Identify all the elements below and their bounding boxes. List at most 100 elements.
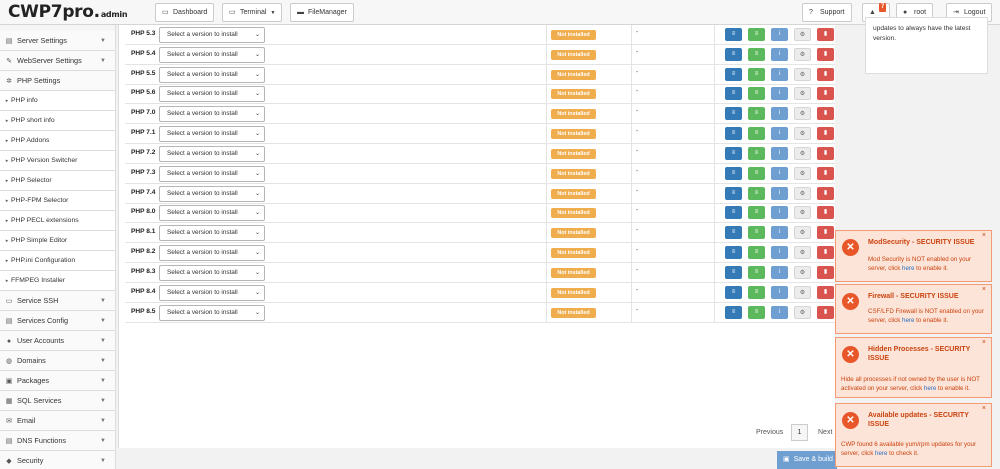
details-button[interactable]: ≡ — [748, 28, 765, 41]
info-button[interactable]: i — [771, 206, 788, 220]
list-button[interactable]: ≡ — [725, 146, 742, 160]
info-button[interactable]: i — [771, 47, 788, 61]
settings-button[interactable]: ⚙ — [794, 87, 811, 101]
pagination-next[interactable]: Next — [818, 429, 832, 436]
version-select[interactable]: Select a version to install ⌄ — [159, 245, 265, 262]
pagination-page-1[interactable]: 1 — [791, 424, 808, 441]
details-button[interactable]: ≡ — [748, 186, 765, 200]
terminal-button[interactable]: ▭ Terminal ▼ — [222, 3, 283, 22]
list-button[interactable]: ≡ — [725, 226, 742, 240]
delete-button[interactable]: ▮ — [817, 127, 834, 141]
list-button[interactable]: ≡ — [725, 265, 742, 279]
info-button[interactable]: i — [771, 127, 788, 141]
sidebar-item-domains[interactable]: ◍ Domains ▼ — [0, 351, 115, 371]
pagination-previous[interactable]: Previous — [756, 429, 783, 436]
version-select[interactable]: Select a version to install ⌄ — [159, 225, 265, 242]
info-button[interactable]: i — [771, 107, 788, 121]
list-button[interactable]: ≡ — [725, 305, 742, 319]
version-select[interactable]: Select a version to install ⌄ — [159, 284, 265, 301]
info-button[interactable]: i — [771, 87, 788, 101]
settings-button[interactable]: ⚙ — [794, 127, 811, 141]
settings-button[interactable]: ⚙ — [794, 246, 811, 260]
settings-button[interactable]: ⚙ — [794, 265, 811, 279]
settings-button[interactable]: ⚙ — [794, 47, 811, 61]
info-button[interactable]: i — [771, 305, 788, 319]
list-button[interactable]: ≡ — [725, 206, 742, 220]
sidebar-item-php-settings[interactable]: ✲ PHP Settings — [0, 71, 115, 91]
settings-button[interactable]: ⚙ — [794, 107, 811, 121]
sidebar-item-dns-functions[interactable]: ▤ DNS Functions ▼ — [0, 431, 115, 451]
sidebar-item-php-pecl-extensions[interactable]: ▸ PHP PECL extensions — [0, 211, 115, 231]
sidebar-item-php-info[interactable]: ▸ PHP info — [0, 91, 115, 111]
delete-button[interactable]: ▮ — [817, 47, 834, 61]
details-button[interactable]: ≡ — [748, 305, 765, 319]
version-select[interactable]: Select a version to install ⌄ — [159, 264, 265, 281]
list-button[interactable]: ≡ — [725, 285, 742, 299]
info-button[interactable]: i — [771, 67, 788, 81]
save-and-build-button[interactable]: ▣ Save & build — [777, 451, 837, 469]
notification-link[interactable]: here — [902, 317, 914, 324]
sidebar-item-email[interactable]: ✉ Email ▼ — [0, 411, 115, 431]
details-button[interactable]: ≡ — [748, 285, 765, 299]
delete-button[interactable]: ▮ — [817, 186, 834, 200]
settings-button[interactable]: ⚙ — [794, 166, 811, 180]
version-select[interactable]: Select a version to install ⌄ — [159, 126, 265, 143]
delete-button[interactable]: ▮ — [817, 285, 834, 299]
details-button[interactable]: ≡ — [748, 166, 765, 180]
notification-link[interactable]: here — [875, 450, 887, 457]
list-button[interactable]: ≡ — [725, 186, 742, 200]
delete-button[interactable]: ▮ — [817, 87, 834, 101]
delete-button[interactable]: ▮ — [817, 67, 834, 81]
details-button[interactable]: ≡ — [748, 107, 765, 121]
details-button[interactable]: ≡ — [748, 265, 765, 279]
delete-button[interactable]: ▮ — [817, 265, 834, 279]
settings-button[interactable]: ⚙ — [794, 28, 811, 41]
sidebar-item-php-simple-editor[interactable]: ▸ PHP Simple Editor — [0, 231, 115, 251]
dashboard-button[interactable]: ▭ Dashboard — [155, 3, 215, 22]
settings-button[interactable]: ⚙ — [794, 226, 811, 240]
delete-button[interactable]: ▮ — [817, 226, 834, 240]
details-button[interactable]: ≡ — [748, 146, 765, 160]
sidebar-item-service-ssh[interactable]: ▭ Service SSH ▼ — [0, 291, 115, 311]
list-button[interactable]: ≡ — [725, 28, 742, 41]
info-button[interactable]: i — [771, 186, 788, 200]
version-select[interactable]: Select a version to install ⌄ — [159, 145, 265, 162]
sidebar-item-php-version-switcher[interactable]: ▸ PHP Version Switcher — [0, 151, 115, 171]
app-logo[interactable]: CWP7pro.admin — [8, 2, 128, 22]
sidebar-item-ffmpeg-installer[interactable]: ▸ FFMPEG Installer — [0, 271, 115, 291]
notification-link[interactable]: here — [902, 265, 914, 272]
info-button[interactable]: i — [771, 146, 788, 160]
version-select[interactable]: Select a version to install ⌄ — [159, 27, 265, 43]
sidebar-item-packages[interactable]: ▣ Packages ▼ — [0, 371, 115, 391]
settings-button[interactable]: ⚙ — [794, 67, 811, 81]
settings-button[interactable]: ⚙ — [794, 285, 811, 299]
info-button[interactable]: i — [771, 166, 788, 180]
delete-button[interactable]: ▮ — [817, 146, 834, 160]
sidebar-item-sql-services[interactable]: ▦ SQL Services ▼ — [0, 391, 115, 411]
info-button[interactable]: i — [771, 226, 788, 240]
delete-button[interactable]: ▮ — [817, 166, 834, 180]
details-button[interactable]: ≡ — [748, 87, 765, 101]
version-select[interactable]: Select a version to install ⌄ — [159, 106, 265, 123]
filemanager-button[interactable]: ▬ FileManager — [290, 3, 354, 22]
settings-button[interactable]: ⚙ — [794, 146, 811, 160]
sidebar-item-webserver-settings[interactable]: ✎ WebServer Settings ▼ — [0, 51, 115, 71]
info-button[interactable]: i — [771, 28, 788, 41]
sidebar-item-php-ini-configuration[interactable]: ▸ PHP.ini Configuration — [0, 251, 115, 271]
delete-button[interactable]: ▮ — [817, 107, 834, 121]
delete-button[interactable]: ▮ — [817, 206, 834, 220]
sidebar-item-server-settings[interactable]: ▤ Server Settings ▼ — [0, 31, 115, 51]
list-button[interactable]: ≡ — [725, 87, 742, 101]
settings-button[interactable]: ⚙ — [794, 186, 811, 200]
details-button[interactable]: ≡ — [748, 206, 765, 220]
version-select[interactable]: Select a version to install ⌄ — [159, 304, 265, 321]
sidebar-item-php-selector[interactable]: ▸ PHP Selector — [0, 171, 115, 191]
delete-button[interactable]: ▮ — [817, 246, 834, 260]
version-select[interactable]: Select a version to install ⌄ — [159, 165, 265, 182]
version-select[interactable]: Select a version to install ⌄ — [159, 66, 265, 83]
list-button[interactable]: ≡ — [725, 246, 742, 260]
sidebar-item-user-accounts[interactable]: ● User Accounts ▼ — [0, 331, 115, 351]
settings-button[interactable]: ⚙ — [794, 206, 811, 220]
delete-button[interactable]: ▮ — [817, 28, 834, 41]
sidebar-item-php-addons[interactable]: ▸ PHP Addons — [0, 131, 115, 151]
